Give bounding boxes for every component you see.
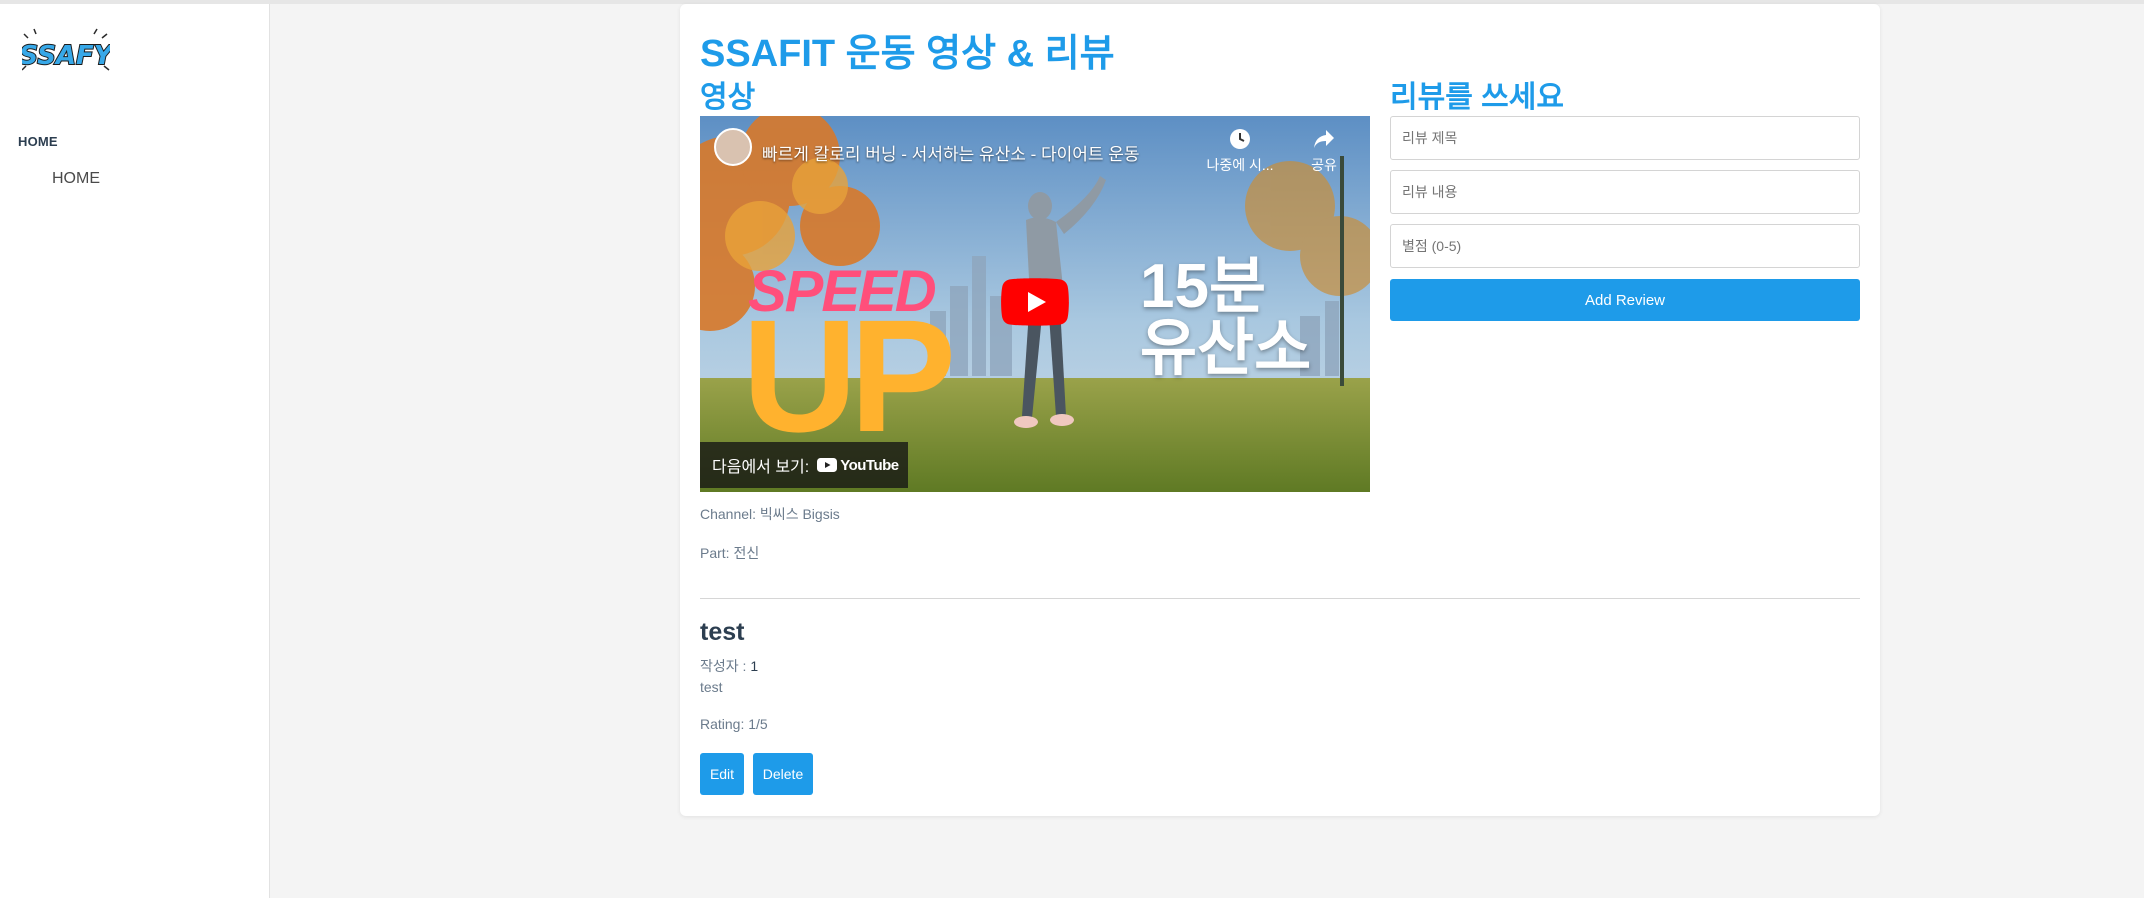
youtube-label: YouTube — [840, 456, 899, 474]
video-channel: Channel: 빅씨스 Bigsis — [700, 506, 840, 522]
video-embed[interactable]: 빠르게 칼로리 버닝 - 서서하는 유산소 - 다이어트 운동 나중에 시...… — [700, 116, 1370, 492]
share-icon — [1314, 130, 1334, 148]
thumbnail-korean-line2: 유산소 — [1140, 314, 1312, 383]
thumbnail-korean-text: 15분 유산소 — [1140, 256, 1311, 380]
review-author-label: 작성자 : — [700, 658, 751, 674]
review-content: test — [700, 679, 723, 695]
watch-later-button[interactable]: 나중에 시... — [1200, 128, 1280, 175]
channel-avatar[interactable] — [714, 128, 752, 166]
video-heading: 영상 — [700, 81, 756, 114]
review-rating-input[interactable] — [1390, 224, 1860, 268]
youtube-logo: YouTube — [817, 456, 899, 474]
play-icon — [1001, 278, 1069, 326]
ssafy-logo[interactable]: SSAFY — [18, 28, 117, 78]
review-author: 작성자 : 1 — [700, 656, 758, 676]
thumbnail-korean-line1: 15분 — [1140, 252, 1267, 321]
sidebar-item-home[interactable]: HOME — [52, 170, 100, 188]
logo-text: SSAFY — [22, 41, 110, 71]
review-title: test — [700, 618, 745, 646]
review-content-input[interactable] — [1390, 170, 1860, 214]
page-title: SSAFIT 운동 영상 & 리뷰 — [700, 33, 1115, 75]
watch-later-label: 나중에 시... — [1206, 157, 1274, 173]
watch-on-youtube-button[interactable]: 다음에서 보기: YouTube — [700, 442, 908, 488]
youtube-icon — [817, 458, 838, 472]
video-part: Part: 전신 — [700, 545, 760, 561]
watch-on-label: 다음에서 보기: — [712, 459, 810, 476]
review-title-input[interactable] — [1390, 116, 1860, 160]
share-button[interactable]: 공유 — [1284, 128, 1364, 175]
share-label: 공유 — [1311, 157, 1337, 173]
play-button[interactable] — [1001, 278, 1069, 326]
sidebar: SSAFY HOME HOME — [0, 4, 270, 898]
review-rating: Rating: 1/5 — [700, 716, 768, 732]
section-divider — [700, 598, 1860, 599]
review-author-value: 1 — [750, 658, 759, 674]
thumbnail-text-up: UP — [742, 286, 956, 465]
edit-review-button[interactable]: Edit — [700, 753, 744, 795]
review-form-heading: 리뷰를 쓰세요 — [1390, 81, 1564, 114]
add-review-button[interactable]: Add Review — [1390, 279, 1860, 321]
clock-icon — [1230, 129, 1250, 149]
video-title[interactable]: 빠르게 칼로리 버닝 - 서서하는 유산소 - 다이어트 운동 — [762, 140, 1140, 165]
main-card: SSAFIT 운동 영상 & 리뷰 영상 리뷰를 쓰세요 빠르게 칼로리 버닝 … — [680, 4, 1880, 816]
nav-section-label: HOME — [18, 134, 58, 149]
delete-review-button[interactable]: Delete — [753, 753, 813, 795]
